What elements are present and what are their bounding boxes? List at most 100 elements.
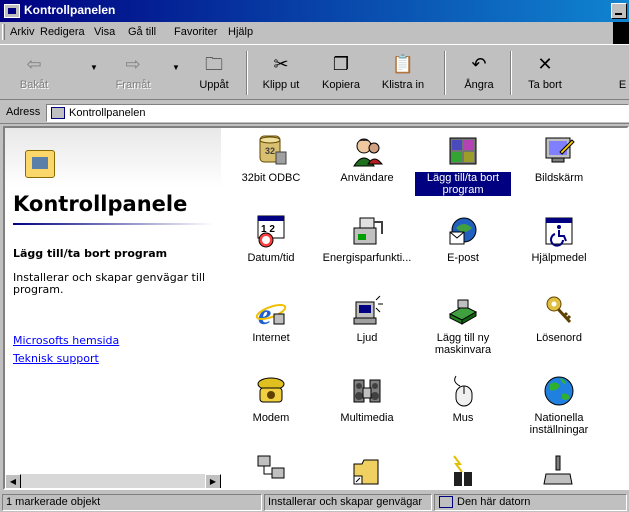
scissors-icon: ✂ [273,54,289,74]
status-zone: Den här datorn [434,494,627,511]
toolbar: ⇦ Bakåt ▼ ⇨ Framåt ▼ 🗀 Uppåt ✂ Klipp ut … [0,44,629,100]
icon-item[interactable] [415,454,511,488]
shortcut-folder-icon [350,454,384,488]
icon-item[interactable] [319,454,415,488]
back-button[interactable]: ⇦ Bakåt [14,49,54,97]
modem-icon [254,374,288,408]
menu-visa[interactable]: Visa [94,26,115,38]
toolbar-separator [510,51,512,95]
control-panel-icon [25,150,55,178]
address-field[interactable]: Kontrollpanelen [46,104,629,122]
icon-item[interactable]: Multimedia [319,374,415,424]
icon-item[interactable]: Modem [223,374,319,424]
icon-item[interactable]: Nationella inställningar [511,374,607,436]
control-panel-icon [51,107,65,119]
regional-settings-icon [542,374,576,408]
title-underline [13,223,213,225]
mouse-icon [446,374,480,408]
accessibility-icon [542,214,576,248]
menu-arkiv[interactable]: Arkiv [10,26,34,38]
add-remove-programs-icon [446,134,480,168]
add-hardware-icon [446,294,480,328]
toolbar-separator [246,51,248,95]
menu-redigera[interactable]: Redigera [40,26,85,38]
icon-item[interactable]: Lägg till ny maskinvara [415,294,511,356]
cut-button[interactable]: ✂ Klipp ut [256,49,306,97]
find-fast-icon [446,454,480,488]
paste-button[interactable]: 📋 Klistra in [376,49,430,97]
forward-button[interactable]: ⇨ Framåt [110,49,156,97]
content-area: Kontrollpanele Lägg till/ta bort program… [3,126,629,490]
menu-bar-edge [613,22,629,44]
icon-item[interactable]: E-post [415,214,511,264]
icon-item[interactable]: Mus [415,374,511,424]
icon-item[interactable]: Hjälpmedel [511,214,607,264]
back-arrow-icon: ⇦ [26,54,42,74]
icon-item[interactable]: Lägg till/ta bort program [415,134,511,196]
icon-item[interactable]: 32 32bit ODBC [223,134,319,184]
icon-item[interactable] [511,454,607,488]
icon-item[interactable]: Lösenord [511,294,607,344]
address-bar: Adress Kontrollpanelen [0,102,629,124]
status-selection-count: 1 markerade objekt [2,494,262,511]
info-pane: Kontrollpanele Lägg till/ta bort program… [5,128,221,474]
power-icon [350,214,384,248]
passwords-icon [542,294,576,328]
pane-title: Kontrollpanele [13,192,188,216]
up-folder-icon: 🗀 [205,54,223,74]
forward-dropdown-icon[interactable]: ▼ [172,63,180,72]
paste-icon: 📋 [391,54,415,74]
game-controller-icon [542,454,576,488]
menu-favoriter[interactable]: Favoriter [174,26,217,38]
undo-icon: ↶ [471,54,487,74]
mail-icon [446,214,480,248]
internet-icon: e [254,294,288,331]
network-icon [254,454,288,488]
users-icon [350,134,384,168]
multimedia-icon [350,374,384,408]
icon-item[interactable]: 1 2 Datum/tid [223,214,319,264]
menu-ga-till[interactable]: Gå till [128,26,156,38]
address-value: Kontrollpanelen [69,107,146,119]
copy-icon: ❐ [332,54,350,74]
control-panel-icon[interactable] [4,4,20,18]
delete-x-icon: ✕ [537,54,553,74]
more-toolbar-button[interactable]: E [616,49,629,97]
scroll-right-icon[interactable]: ▶ [205,474,221,488]
title-bar: Kontrollpanelen [0,0,629,22]
forward-arrow-icon: ⇨ [125,54,141,74]
delete-button[interactable]: ✕ Ta bort [520,49,570,97]
undo-button[interactable]: ↶ Ångra [454,49,504,97]
icon-item[interactable]: Bildskärm [511,134,607,184]
icon-item[interactable]: e Internet [223,294,319,344]
menu-bar: Arkiv Redigera Visa Gå till Favoriter Hj… [0,22,629,44]
odbc-icon: 32 [254,134,288,168]
selected-item-description: Installerar och skapar genvägar till pro… [13,271,205,296]
scroll-left-icon[interactable]: ◀ [5,474,21,488]
toolbar-separator [444,51,446,95]
my-computer-icon [439,496,453,508]
copy-button[interactable]: ❐ Kopiera [314,49,368,97]
svg-text:32: 32 [265,146,275,156]
icon-item[interactable]: Ljud [319,294,415,344]
menu-hjalp[interactable]: Hjälp [228,26,253,38]
display-icon [542,134,576,168]
tech-support-link[interactable]: Teknisk support [13,352,99,365]
selected-item-name: Lägg till/ta bort program [13,247,168,260]
menu-grip[interactable] [2,24,5,40]
horizontal-scrollbar[interactable]: ◀ ▶ [5,474,221,488]
status-bar: 1 markerade objekt Installerar och skapa… [0,492,629,512]
icon-item[interactable]: Användare [319,134,415,184]
back-dropdown-icon[interactable]: ▼ [90,63,98,72]
minimize-button[interactable] [611,3,627,19]
up-button[interactable]: 🗀 Uppåt [194,49,234,97]
icon-item[interactable] [223,454,319,488]
microsoft-homepage-link[interactable]: Microsofts hemsida [13,334,119,347]
sound-icon [350,294,384,328]
icon-item[interactable]: Energisparfunkti... [319,214,415,264]
window-title: Kontrollpanelen [24,3,116,17]
info-pane-banner [5,128,221,188]
status-description: Installerar och skapar genvägar [264,494,432,511]
icon-grid: 32 32bit ODBC Användare Lägg till/ta bor… [221,128,627,488]
address-label: Adress [6,106,41,118]
